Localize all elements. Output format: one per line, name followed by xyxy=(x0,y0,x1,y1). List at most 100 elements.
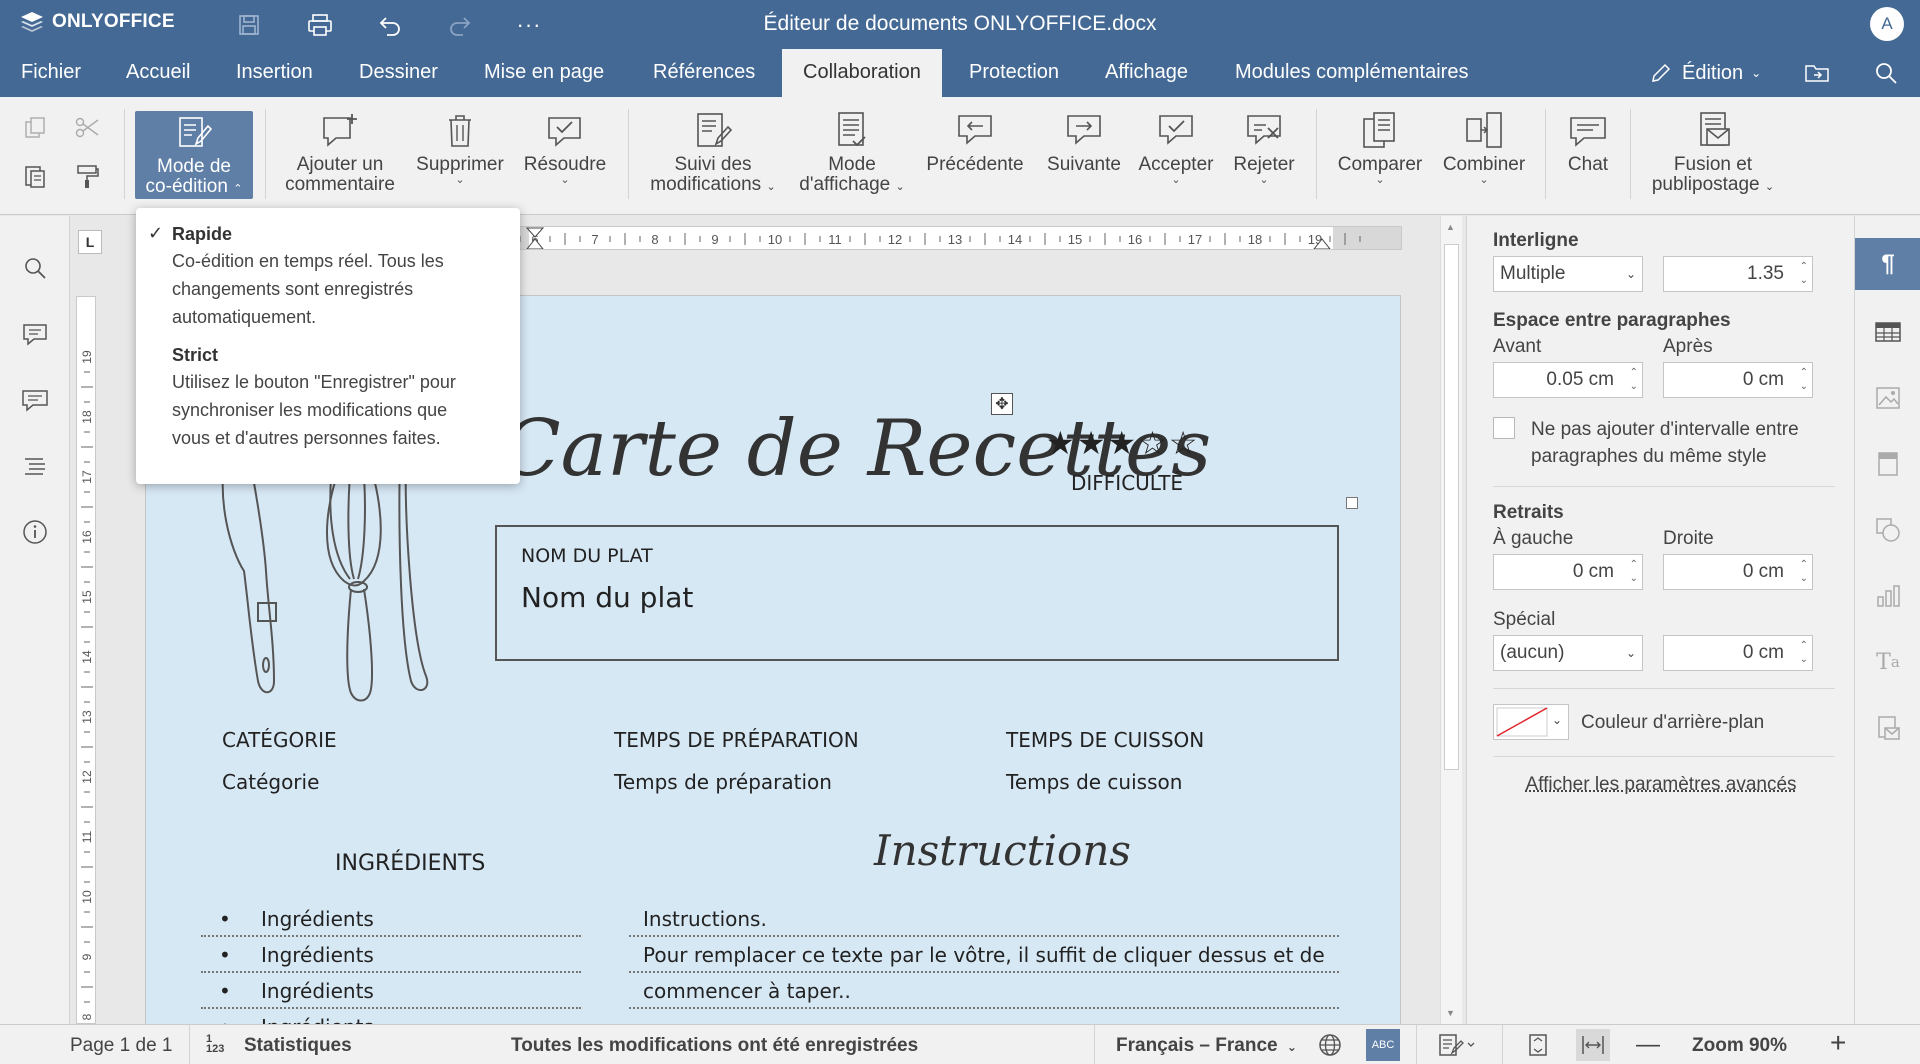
text-art-settings-icon[interactable]: Ta xyxy=(1855,636,1920,688)
next-change-button[interactable]: Suivante xyxy=(1040,111,1128,175)
background-color-picker[interactable]: ⌄ xyxy=(1493,704,1569,740)
print-icon[interactable] xyxy=(303,8,337,42)
navigation-icon[interactable] xyxy=(17,448,53,484)
mail-merge-button[interactable]: Fusion et publipostage ⌄ xyxy=(1640,111,1786,197)
cut-icon[interactable] xyxy=(72,113,102,143)
scroll-up-icon[interactable]: ▲ xyxy=(1446,222,1455,232)
shape-settings-icon[interactable] xyxy=(1855,504,1920,556)
fit-width-icon[interactable] xyxy=(1576,1029,1610,1061)
paste-icon[interactable] xyxy=(20,161,50,191)
combine-button[interactable]: Combiner ⌄ xyxy=(1436,111,1532,186)
search-icon[interactable] xyxy=(17,250,53,286)
previous-change-button[interactable]: Précédente xyxy=(922,111,1028,175)
tab-insert[interactable]: Insertion xyxy=(215,49,334,97)
zoom-in-icon[interactable]: + xyxy=(1830,1029,1846,1057)
instructions-block[interactable]: Instructions. Pour remplacer ce texte pa… xyxy=(629,901,1339,1009)
no-interval-checkbox[interactable] xyxy=(1493,417,1515,439)
list-item[interactable]: •Ingrédients xyxy=(201,973,581,1009)
chart-settings-icon[interactable] xyxy=(1855,570,1920,622)
more-icon[interactable]: ··· xyxy=(512,8,546,42)
image-settings-icon[interactable] xyxy=(1855,372,1920,424)
coedit-option-fast[interactable]: ✓ Rapide xyxy=(148,223,504,245)
reject-change-button[interactable]: Rejeter ⌄ xyxy=(1222,111,1306,186)
cook-time-value[interactable]: Temps de cuisson xyxy=(1006,770,1182,794)
chat-button[interactable]: Chat xyxy=(1556,111,1620,175)
redo-icon[interactable] xyxy=(443,8,477,42)
special-indent-select[interactable]: (aucun) ⌄ xyxy=(1493,635,1643,671)
open-location-icon[interactable] xyxy=(1804,49,1830,97)
vertical-scrollbar[interactable]: ▲ ▼ xyxy=(1440,216,1462,1024)
prep-time-value[interactable]: Temps de préparation xyxy=(614,770,832,794)
move-handle-icon[interactable]: ✥ xyxy=(991,393,1013,415)
display-mode-button[interactable]: Mode d'affichage ⌄ xyxy=(790,111,914,197)
info-icon[interactable] xyxy=(17,514,53,550)
special-indent-input[interactable]: 0 cm ⌃ ⌄ xyxy=(1663,635,1813,671)
list-item[interactable]: •Ingrédients xyxy=(201,937,581,973)
spacing-before-input[interactable]: 0.05 cm ⌃ ⌄ xyxy=(1493,362,1643,398)
header-footer-settings-icon[interactable] xyxy=(1855,438,1920,490)
tab-draw[interactable]: Dessiner xyxy=(338,49,459,97)
stepper-arrows-icon[interactable]: ⌃ ⌄ xyxy=(1800,366,1808,394)
paragraph-settings-icon[interactable]: ¶ xyxy=(1855,238,1920,290)
copy-icon[interactable] xyxy=(20,113,50,143)
tab-stop-selector[interactable]: L xyxy=(78,230,102,254)
zoom-out-icon[interactable]: — xyxy=(1636,1031,1660,1059)
stepper-arrows-icon[interactable]: ⌃ ⌄ xyxy=(1800,558,1808,586)
page-counter[interactable]: Page 1 de 1 xyxy=(70,1035,172,1057)
stepper-arrows-icon[interactable]: ⌃ ⌄ xyxy=(1630,558,1638,586)
instructions-line-2[interactable]: Pour remplacer ce texte par le vôtre, il… xyxy=(629,937,1339,973)
line-spacing-value-input[interactable]: 1.35 ⌃ ⌄ xyxy=(1663,256,1813,292)
tab-home[interactable]: Accueil xyxy=(105,49,211,97)
indent-marker-left[interactable] xyxy=(526,238,544,249)
ingredients-list[interactable]: •Ingrédients •Ingrédients •Ingrédients •… xyxy=(201,901,581,1024)
stepper-arrows-icon[interactable]: ⌃ ⌄ xyxy=(1800,639,1808,667)
add-comment-button[interactable]: Ajouter un commentaire xyxy=(280,111,400,195)
coedit-mode-button[interactable]: Mode de co-édition ⌃ xyxy=(135,111,253,199)
format-painter-icon[interactable] xyxy=(72,161,102,191)
table-settings-icon[interactable] xyxy=(1855,306,1920,358)
indent-left-input[interactable]: 0 cm ⌃ ⌄ xyxy=(1493,554,1643,590)
tab-view[interactable]: Affichage xyxy=(1084,49,1209,97)
tab-file[interactable]: Fichier xyxy=(0,49,102,97)
zoom-level[interactable]: Zoom 90% xyxy=(1692,1035,1787,1057)
stepper-arrows-icon[interactable]: ⌃ ⌄ xyxy=(1800,260,1808,288)
mail-merge-settings-icon[interactable] xyxy=(1855,702,1920,754)
instructions-line-3[interactable]: commencer à taper.. xyxy=(629,973,1339,1009)
statistics-button[interactable]: Statistiques xyxy=(244,1035,352,1057)
edit-mode-dropdown[interactable]: Édition ⌄ xyxy=(1650,49,1761,97)
tab-collaboration[interactable]: Collaboration xyxy=(782,49,942,97)
line-spacing-mode-select[interactable]: Multiple ⌄ xyxy=(1493,256,1643,292)
tab-references[interactable]: Références xyxy=(632,49,776,97)
dish-name-value[interactable]: Nom du plat xyxy=(521,581,693,614)
stepper-arrows-icon[interactable]: ⌃ ⌄ xyxy=(1630,366,1638,394)
language-select[interactable]: Français – France ⌄ xyxy=(1116,1035,1297,1057)
vertical-ruler[interactable]: 19 18 17 16 15 14 13 12 11 10 9 8 xyxy=(72,216,102,1024)
tab-protection[interactable]: Protection xyxy=(948,49,1080,97)
list-item[interactable]: •Ingrédients xyxy=(201,901,581,937)
instructions-line-1[interactable]: Instructions. xyxy=(629,901,1339,937)
scrollbar-thumb[interactable] xyxy=(1444,244,1459,770)
chat-icon[interactable] xyxy=(17,382,53,418)
coedit-option-strict[interactable]: Strict xyxy=(172,345,504,366)
first-line-indent-marker[interactable] xyxy=(525,227,545,238)
comments-icon[interactable] xyxy=(17,316,53,352)
category-value[interactable]: Catégorie xyxy=(222,770,319,794)
accept-change-button[interactable]: Accepter ⌄ xyxy=(1134,111,1218,186)
globe-icon[interactable] xyxy=(1318,1033,1342,1063)
search-icon[interactable] xyxy=(1874,49,1898,97)
resize-handle[interactable] xyxy=(1346,497,1358,509)
spacing-after-input[interactable]: 0 cm ⌃ ⌄ xyxy=(1663,362,1813,398)
advanced-settings-link[interactable]: Afficher les paramètres avancés xyxy=(1467,774,1855,796)
spellcheck-icon[interactable]: ABC xyxy=(1366,1029,1400,1061)
track-changes-button[interactable]: Suivi des modifications ⌄ xyxy=(640,111,786,197)
undo-icon[interactable] xyxy=(373,8,407,42)
track-changes-status-icon[interactable] xyxy=(1438,1033,1478,1063)
compare-button[interactable]: Comparer ⌄ xyxy=(1330,111,1430,186)
tab-plugins[interactable]: Modules complémentaires xyxy=(1214,49,1489,97)
save-icon[interactable] xyxy=(232,8,266,42)
list-item[interactable]: •Ingrédients xyxy=(201,1009,581,1024)
delete-comment-button[interactable]: Supprimer ⌄ xyxy=(412,111,508,186)
tab-layout[interactable]: Mise en page xyxy=(463,49,625,97)
fit-page-icon[interactable] xyxy=(1526,1033,1550,1063)
user-avatar[interactable]: A xyxy=(1870,7,1904,41)
